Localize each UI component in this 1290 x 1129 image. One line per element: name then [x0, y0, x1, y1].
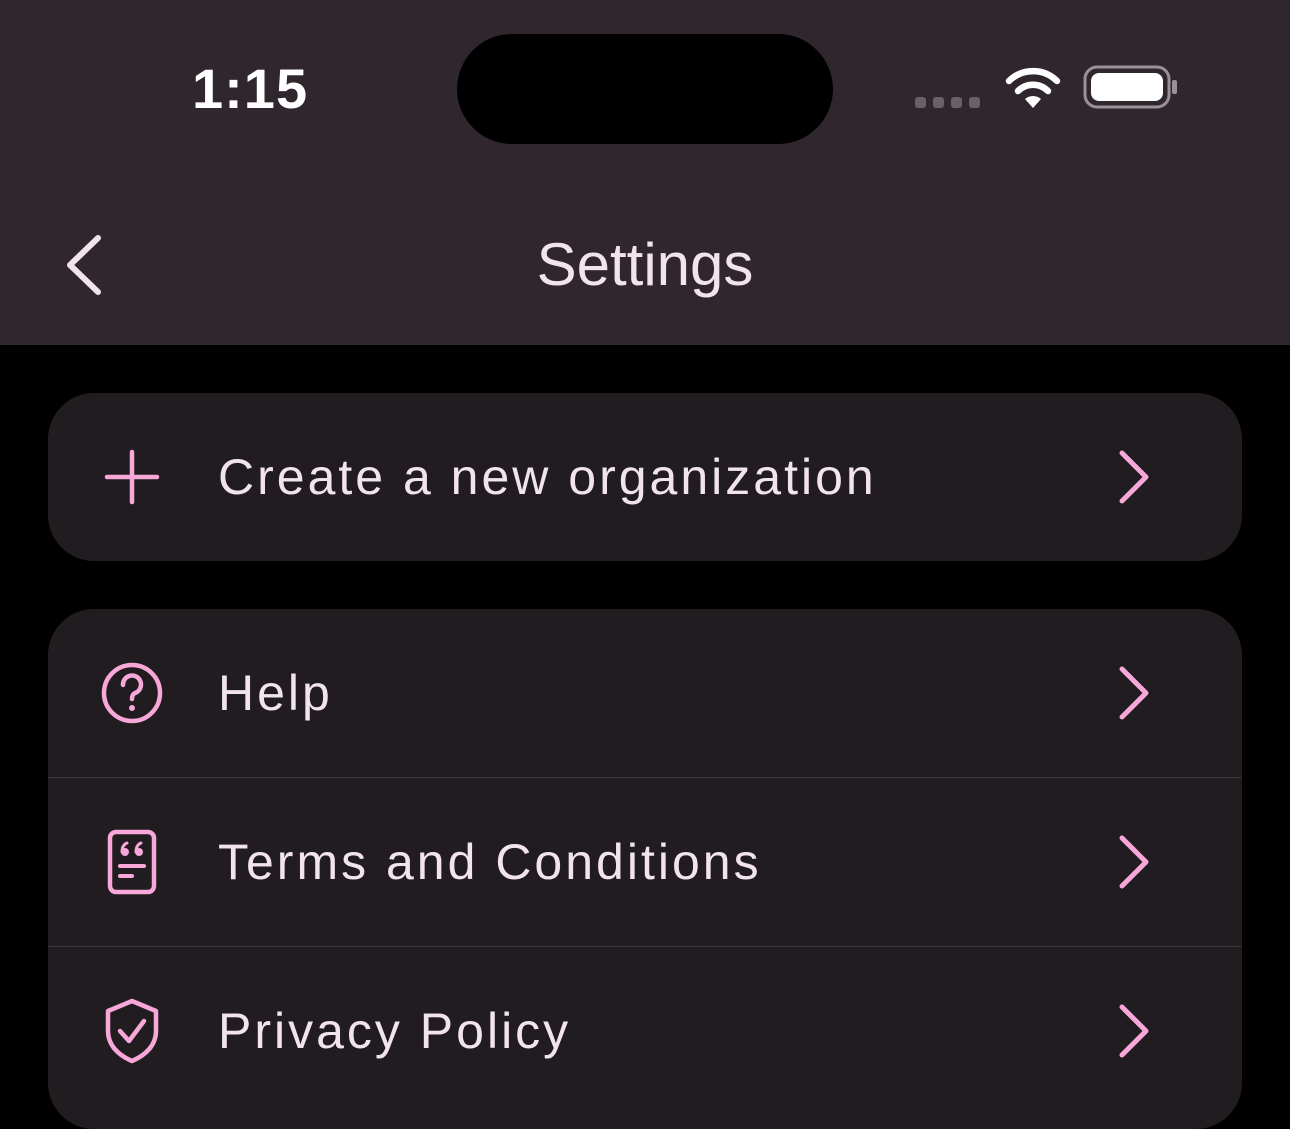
help-row[interactable]: Help — [48, 609, 1242, 777]
privacy-row[interactable]: Privacy Policy — [48, 946, 1242, 1115]
wifi-icon — [1005, 67, 1061, 108]
chevron-right-icon — [1119, 450, 1149, 504]
cellular-signal-icon — [915, 97, 980, 108]
terms-row[interactable]: Terms and Conditions — [48, 777, 1242, 946]
create-organization-label: Create a new organization — [218, 449, 877, 505]
status-bar: 1:15 — [0, 0, 1290, 190]
create-organization-row[interactable]: Create a new organization — [48, 393, 1242, 561]
shield-check-icon — [105, 998, 159, 1064]
help-label: Help — [218, 665, 333, 721]
info-links-card: Help Terms and Conditions Privacy Policy — [48, 609, 1242, 1129]
dynamic-island — [457, 34, 833, 144]
navigation-bar: Settings — [0, 190, 1290, 345]
page-title: Settings — [536, 231, 754, 298]
battery-icon — [1083, 65, 1177, 109]
status-time: 1:15 — [192, 57, 309, 120]
terms-label: Terms and Conditions — [218, 834, 762, 890]
chevron-right-icon — [1119, 666, 1149, 720]
privacy-label: Privacy Policy — [218, 1003, 572, 1059]
help-circle-icon — [101, 662, 163, 724]
chevron-right-icon — [1119, 835, 1149, 889]
chevron-right-icon — [1119, 1004, 1149, 1058]
document-quote-icon — [107, 829, 157, 895]
plus-icon — [104, 449, 160, 505]
create-organization-card: Create a new organization — [48, 393, 1242, 561]
